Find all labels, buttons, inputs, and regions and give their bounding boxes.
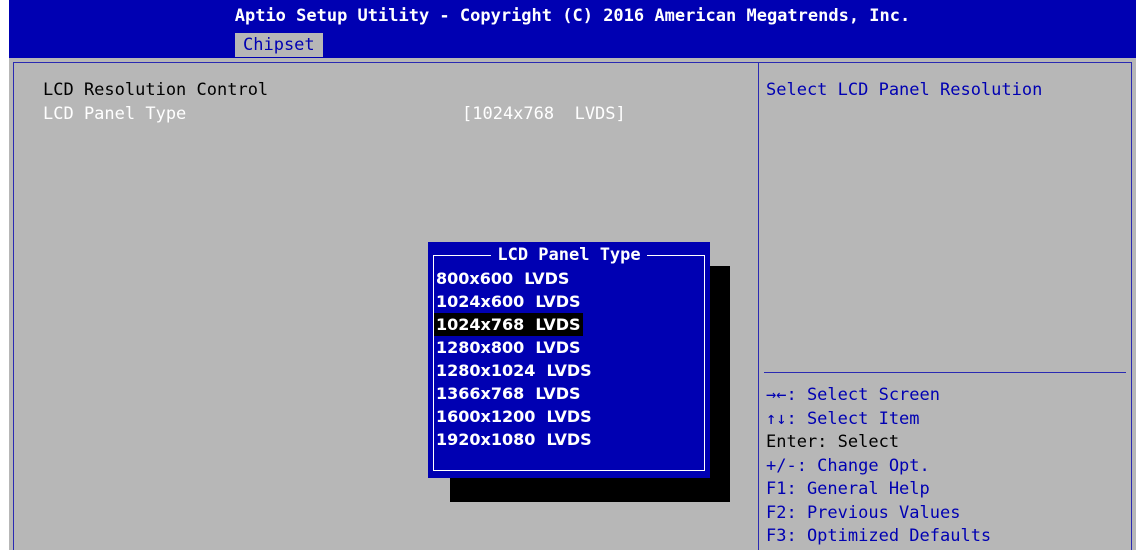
popup-title: LCD Panel Type xyxy=(428,245,710,265)
frame-right-line xyxy=(1131,62,1132,550)
frame-top-line xyxy=(13,62,1132,63)
key-help-change-opt: +/-: Change Opt. xyxy=(766,455,930,476)
option-800x600[interactable]: 800x600 LVDS xyxy=(434,267,594,290)
help-separator-line xyxy=(764,372,1126,373)
frame-divider-line xyxy=(758,62,759,550)
app-title: Aptio Setup Utility - Copyright (C) 2016… xyxy=(234,6,911,26)
key-help-previous-values: F2: Previous Values xyxy=(766,502,961,523)
key-help-select-screen: →←: Select Screen xyxy=(766,385,940,405)
tab-chipset[interactable]: Chipset xyxy=(235,33,323,57)
lcd-panel-type-value[interactable]: [1024x768 LVDS] xyxy=(462,104,626,124)
key-help-enter: Enter: Select xyxy=(766,432,900,452)
option-1366x768[interactable]: 1366x768 LVDS xyxy=(434,382,594,405)
key-help-select-item: ↑↓: Select Item xyxy=(766,408,920,429)
key-help-optimized-defaults: F3: Optimized Defaults xyxy=(766,526,992,546)
popup-option-list: 800x600 LVDS 1024x600 LVDS 1024x768 LVDS… xyxy=(434,267,594,451)
help-description: Select LCD Panel Resolution xyxy=(766,80,1043,100)
key-help-general-help: F1: General Help xyxy=(766,479,930,499)
option-1024x768-selected[interactable]: 1024x768 LVDS xyxy=(434,313,583,336)
frame-left-line xyxy=(13,62,14,550)
option-1024x600[interactable]: 1024x600 LVDS xyxy=(434,290,594,313)
option-1600x1200[interactable]: 1600x1200 LVDS xyxy=(434,405,594,428)
lcd-panel-type-label[interactable]: LCD Panel Type xyxy=(43,104,186,124)
lcd-panel-type-popup[interactable]: LCD Panel Type 800x600 LVDS 1024x600 LVD… xyxy=(428,242,710,478)
option-1280x800[interactable]: 1280x800 LVDS xyxy=(434,336,594,359)
option-1280x1024[interactable]: 1280x1024 LVDS xyxy=(434,359,594,382)
popup-title-text: LCD Panel Type xyxy=(491,245,647,265)
section-label: LCD Resolution Control xyxy=(43,80,269,100)
key-help-list: →←: Select Screen ↑↓: Select Item Enter:… xyxy=(766,385,991,550)
header-bar: Aptio Setup Utility - Copyright (C) 2016… xyxy=(9,0,1136,58)
option-1920x1080[interactable]: 1920x1080 LVDS xyxy=(434,428,594,451)
